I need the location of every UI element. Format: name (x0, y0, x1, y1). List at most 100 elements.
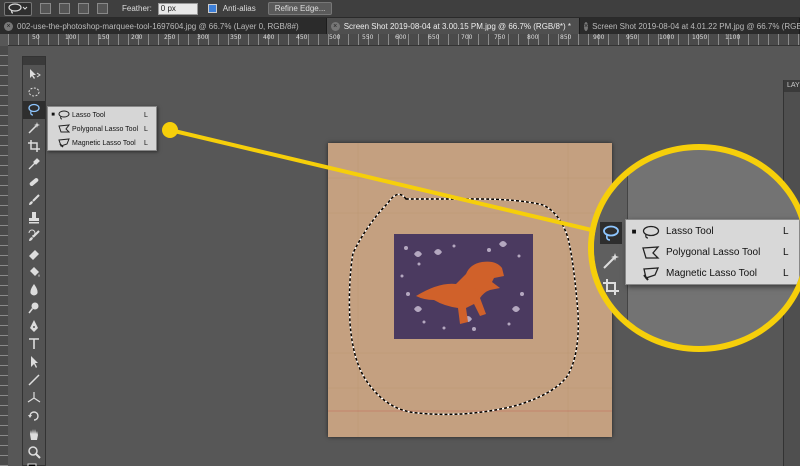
selected-bullet-icon: ■ (51, 112, 55, 118)
blur-drop-icon (30, 284, 38, 296)
eraser-icon (29, 250, 39, 260)
dodge-tool-button[interactable] (23, 299, 45, 317)
lasso-icon (8, 3, 28, 14)
crop-icon (603, 279, 619, 295)
zoom-callout-circle: ■ Lasso Tool L Polygonal Lasso Tool L Ma… (588, 144, 800, 352)
lasso-icon (58, 110, 70, 120)
zoomed-menu-item-polygonal-lasso-tool: Polygonal Lasso Tool L (626, 242, 799, 263)
stamp-icon (29, 212, 39, 224)
lasso-tool-button[interactable] (23, 101, 45, 119)
document-tab-label: 002-use-the-photoshop-marquee-tool-16976… (17, 21, 299, 31)
hand-tool-button[interactable] (23, 425, 45, 443)
menu-item-label: Lasso Tool (72, 111, 106, 119)
menu-item-lasso-tool[interactable]: ■ Lasso Tool L (48, 108, 156, 122)
lasso-icon (642, 225, 660, 239)
subtract-selection-mode-button[interactable] (78, 3, 89, 14)
add-to-selection-mode-button[interactable] (59, 3, 70, 14)
magic-wand-icon (28, 122, 40, 134)
ruler-tick-label: 300 (197, 34, 209, 41)
close-icon[interactable]: × (4, 21, 13, 31)
document-canvas[interactable] (328, 143, 612, 437)
polygonal-lasso-icon (58, 124, 70, 133)
lasso-icon (603, 225, 619, 241)
intersect-selection-mode-button[interactable] (97, 3, 108, 14)
feather-input[interactable]: 0 px (157, 2, 198, 15)
spot-healing-tool-button[interactable] (23, 173, 45, 191)
ruler-tick-label: 400 (263, 34, 275, 41)
marquee-tool-button[interactable] (23, 83, 45, 101)
magnifier-icon (28, 446, 41, 459)
menu-item-polygonal-lasso-tool[interactable]: Polygonal Lasso Tool L (48, 122, 156, 136)
clone-stamp-tool-button[interactable] (23, 209, 45, 227)
ruler-tick-label: 950 (626, 34, 638, 41)
eyedropper-icon (604, 308, 614, 318)
zoomed-lasso-tool-flyout-menu: ■ Lasso Tool L Polygonal Lasso Tool L Ma… (625, 219, 800, 285)
zoomed-menu-item-magnetic-lasso-tool: Magnetic Lasso Tool L (626, 263, 799, 284)
brush-icon (29, 194, 40, 205)
menu-item-label: Polygonal Lasso Tool (72, 125, 139, 133)
options-bar: Feather: 0 px Anti-alias Refine Edge... (0, 0, 800, 18)
layers-panel-tab[interactable]: LAY (784, 80, 800, 92)
quick-selection-tool-button[interactable] (23, 119, 45, 137)
zoomed-quick-selection-tool (600, 250, 622, 272)
3d-axis-icon (27, 392, 41, 403)
zoomed-lasso-tool (600, 222, 622, 244)
blur-tool-button[interactable] (23, 281, 45, 299)
history-brush-tool-button[interactable] (23, 227, 45, 245)
zoom-tool-button[interactable] (23, 443, 45, 461)
document-tab[interactable]: × Screen Shot 2019-08-04 at 4.01.22 PM.j… (580, 18, 800, 34)
selected-bullet-icon: ■ (631, 227, 637, 236)
3d-tool-button[interactable] (23, 389, 45, 407)
ruler-tick-label: 600 (395, 34, 407, 41)
crop-tool-button[interactable] (23, 137, 45, 155)
document-tab-label: Screen Shot 2019-08-04 at 4.01.22 PM.jpg… (592, 21, 800, 31)
close-icon[interactable]: × (584, 21, 589, 31)
paint-bucket-icon (30, 267, 40, 277)
ruler-tick-label: 550 (362, 34, 374, 41)
eraser-tool-button[interactable] (23, 245, 45, 263)
color-swatches[interactable] (23, 461, 45, 466)
line-tool-button[interactable] (23, 371, 45, 389)
polygonal-lasso-icon (642, 245, 660, 259)
menu-item-label: Polygonal Lasso Tool (666, 247, 761, 258)
refine-edge-button[interactable]: Refine Edge... (267, 2, 333, 15)
pen-tool-button[interactable] (23, 317, 45, 335)
type-tool-button[interactable] (23, 335, 45, 353)
document-tab[interactable]: × 002-use-the-photoshop-marquee-tool-169… (0, 18, 327, 34)
ruler-tick-label: 100 (65, 34, 77, 41)
menu-item-magnetic-lasso-tool[interactable]: Magnetic Lasso Tool L (48, 136, 156, 150)
zoomed-menu-item-lasso-tool: ■ Lasso Tool L (626, 221, 799, 242)
tools-panel-header[interactable] (23, 57, 45, 65)
ruler-tick-label: 350 (230, 34, 242, 41)
paint-bucket-tool-button[interactable] (23, 263, 45, 281)
ruler-tick-label: 850 (560, 34, 572, 41)
ruler-tick-label: 250 (164, 34, 176, 41)
tool-preset-picker[interactable] (4, 1, 32, 16)
ruler-tick-label: 1100 (725, 34, 741, 41)
document-tab-active[interactable]: × Screen Shot 2019-08-04 at 3.00.15 PM.j… (326, 18, 580, 34)
ruler-tick-label: 500 (329, 34, 341, 41)
ruler-tick-label: 650 (428, 34, 440, 41)
brush-tool-button[interactable] (23, 191, 45, 209)
ruler-tick-label: 1050 (692, 34, 708, 41)
magic-wand-icon (603, 253, 619, 269)
antialias-label: Anti-alias (222, 4, 256, 13)
antialias-checkbox[interactable] (207, 4, 217, 13)
history-brush-icon (28, 229, 40, 241)
eyedropper-icon (28, 158, 40, 170)
ruler-tick-label: 800 (527, 34, 539, 41)
zoomed-eyedropper-tool (600, 300, 622, 322)
close-icon[interactable]: × (330, 21, 340, 31)
new-selection-mode-button[interactable] (40, 3, 51, 14)
shortcut-key: L (783, 268, 789, 279)
rotate-3d-tool-button[interactable] (23, 407, 45, 425)
eyedropper-tool-button[interactable] (23, 155, 45, 173)
path-selection-tool-button[interactable] (23, 353, 45, 371)
elliptical-marquee-icon (28, 87, 40, 97)
move-tool-button[interactable] (23, 65, 45, 83)
menu-item-label: Magnetic Lasso Tool (666, 268, 757, 279)
horizontal-ruler: 50 100 150 200 250 300 350 400 450 500 550 600 650 70… (8, 34, 800, 46)
path-selection-icon (31, 356, 38, 368)
document-tab-bar: × 002-use-the-photoshop-marquee-tool-169… (0, 18, 800, 34)
ruler-tick-label: 150 (98, 34, 110, 41)
